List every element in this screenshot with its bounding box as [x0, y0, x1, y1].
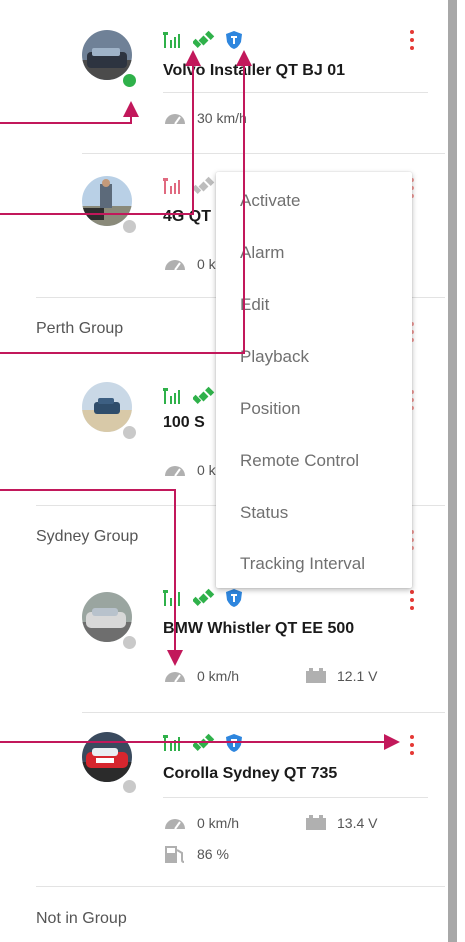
fuel-pump-icon [165, 846, 185, 863]
speed-metric: 30 km/h [163, 110, 247, 126]
speedometer-icon [165, 672, 185, 683]
status-dot [121, 634, 138, 651]
status-dot [121, 424, 138, 441]
more-vert-icon[interactable] [409, 590, 415, 610]
menu-item-edit[interactable]: Edit [240, 295, 269, 315]
satellite-icon [193, 176, 215, 194]
vehicle-name: 100 S [163, 414, 205, 431]
satellite-icon [193, 386, 215, 404]
speed-metric: 0 km/h [163, 815, 239, 831]
voltage-metric: 12.1 V [305, 668, 377, 684]
divider [163, 92, 428, 93]
menu-item-position[interactable]: Position [240, 399, 300, 419]
group-header-not-in-group[interactable]: Not in Group [36, 910, 127, 928]
more-vert-icon[interactable] [409, 30, 415, 50]
fuel-metric: 86 % [163, 844, 229, 864]
menu-item-status[interactable]: Status [240, 503, 288, 523]
speed-value: 0 km/h [197, 815, 240, 831]
divider [36, 886, 445, 887]
signal-icon [163, 388, 180, 404]
voltage-metric: 13.4 V [305, 815, 377, 831]
speed-value: 30 km/h [197, 110, 247, 126]
vehicle-name: Corolla Sydney QT 735 [163, 765, 338, 782]
divider [163, 797, 428, 798]
signal-icon [163, 590, 180, 606]
status-icons [163, 733, 243, 753]
speedometer-icon [165, 260, 185, 271]
voltage-value: 12.1 V [337, 668, 378, 684]
speed-metric: 0 km/h [163, 668, 239, 684]
speedometer-icon [165, 819, 185, 830]
speed-metric: 0 k [163, 256, 216, 272]
menu-item-playback[interactable]: Playback [240, 347, 309, 367]
fuel-value: 86 % [197, 846, 229, 862]
shield-icon [226, 31, 242, 49]
status-dot [121, 778, 138, 795]
status-icons [163, 386, 215, 406]
speedometer-icon [165, 114, 185, 125]
shield-icon [226, 589, 242, 607]
vehicle-card-bmw[interactable]: BMW Whistler QT EE 500 0 km/h 12.1 V [0, 568, 445, 712]
satellite-icon [193, 588, 215, 606]
status-dot [121, 72, 138, 89]
battery-icon [306, 815, 326, 830]
speed-value: 0 k [197, 462, 216, 478]
signal-icon [163, 178, 180, 194]
vehicle-name: 4G QT [163, 208, 212, 225]
vehicle-name: Volvo Installer QT BJ 01 [163, 62, 345, 79]
speedometer-icon [165, 466, 185, 477]
battery-icon [306, 668, 326, 683]
vehicle-card-corolla[interactable]: Corolla Sydney QT 735 0 km/h 13.4 V 86 % [0, 713, 445, 885]
signal-icon [163, 735, 180, 751]
menu-item-alarm[interactable]: Alarm [240, 243, 284, 263]
speed-value: 0 k [197, 256, 216, 272]
shield-icon [226, 734, 242, 752]
menu-item-tracking-interval[interactable]: Tracking Interval [240, 554, 365, 574]
status-dot [121, 218, 138, 235]
group-header-sydney[interactable]: Sydney Group [36, 528, 138, 546]
status-icons [163, 176, 215, 196]
menu-item-remote-control[interactable]: Remote Control [240, 451, 359, 471]
signal-icon [163, 32, 180, 48]
satellite-icon [193, 30, 215, 48]
status-icons [163, 30, 243, 50]
more-vert-icon[interactable] [409, 735, 415, 755]
group-header-perth[interactable]: Perth Group [36, 320, 123, 338]
vehicle-context-menu: Activate Alarm Edit Playback Position Re… [216, 172, 412, 588]
vehicle-avatar [82, 732, 132, 782]
speed-metric: 0 k [163, 462, 216, 478]
vehicle-card-volvo[interactable]: Volvo Installer QT BJ 01 30 km/h [0, 0, 445, 152]
voltage-value: 13.4 V [337, 815, 378, 831]
vehicle-name: BMW Whistler QT EE 500 [163, 620, 355, 637]
scrollbar[interactable] [448, 0, 457, 942]
status-icons [163, 588, 243, 608]
speed-value: 0 km/h [197, 668, 240, 684]
satellite-icon [193, 733, 215, 751]
menu-item-activate[interactable]: Activate [240, 191, 300, 211]
